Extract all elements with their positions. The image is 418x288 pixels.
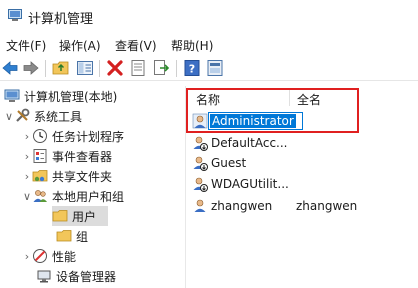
help-icon[interactable]: ? — [183, 59, 201, 77]
user-disabled-icon — [193, 136, 208, 151]
tree-task-scheduler[interactable]: › 任务计划程序 — [22, 126, 124, 146]
menu-view[interactable]: 查看(V) — [115, 37, 157, 54]
export-icon[interactable] — [152, 59, 170, 77]
user-disabled-icon — [193, 177, 208, 192]
users-group-icon — [33, 190, 47, 202]
tree-device-manager[interactable]: 设备管理器 — [36, 266, 116, 286]
event-log-icon — [33, 149, 47, 163]
row-name: Guest — [211, 156, 247, 170]
chevron-right-icon[interactable]: › — [22, 150, 32, 163]
tree-shared-folders[interactable]: › 共享文件夹 — [22, 166, 112, 186]
highlight-box — [186, 88, 359, 133]
shared-folder-icon — [32, 170, 48, 182]
menu-bar: 文件(F) 操作(A) 查看(V) 帮助(H) — [0, 34, 418, 54]
tree-users[interactable]: 用户 — [52, 206, 108, 226]
title-bar: 计算机管理 — [0, 0, 418, 32]
toolbar: ? — [0, 56, 418, 81]
tree-label: 本地用户和组 — [52, 189, 125, 204]
show-hide-tree-icon[interactable] — [76, 59, 94, 77]
tree-label: 设备管理器 — [56, 269, 117, 284]
row-name: DefaultAcc... — [211, 136, 288, 150]
chevron-right-icon[interactable]: › — [22, 250, 32, 263]
table-row[interactable]: WDAGUtilit... — [192, 174, 289, 194]
menu-action[interactable]: 操作(A) — [59, 37, 101, 54]
performance-icon — [33, 249, 47, 263]
tree-label: 性能 — [52, 249, 77, 264]
computer-management-icon — [8, 9, 22, 21]
tree-event-viewer[interactable]: › 事件查看器 — [22, 146, 112, 166]
chevron-down-icon[interactable]: ∨ — [4, 110, 14, 123]
chevron-right-icon[interactable]: › — [22, 170, 32, 183]
tree-local-users-groups[interactable]: ∨ 本地用户和组 — [22, 186, 124, 206]
table-row[interactable]: DefaultAcc... — [192, 133, 287, 153]
tools-icon — [16, 108, 30, 122]
clock-icon — [33, 129, 47, 143]
user-disabled-icon — [193, 156, 208, 171]
row-name: WDAGUtilit... — [211, 177, 289, 191]
row-name: zhangwen — [211, 199, 273, 213]
tree-label: 事件查看器 — [52, 149, 113, 164]
delete-icon[interactable] — [106, 59, 124, 77]
tree-groups[interactable]: 组 — [56, 226, 88, 246]
folder-icon — [56, 230, 72, 242]
tree-label: 计算机管理(本地) — [24, 89, 118, 104]
extra-view-icon[interactable] — [206, 59, 224, 77]
properties-icon[interactable] — [129, 59, 147, 77]
computer-management-icon — [4, 89, 20, 102]
table-row[interactable]: Guest — [192, 153, 246, 173]
table-row[interactable]: zhangwen zhangwen — [192, 196, 357, 216]
up-folder-icon[interactable] — [52, 59, 70, 77]
folder-icon — [52, 210, 68, 222]
tree-root[interactable]: 计算机管理(本地) — [4, 86, 117, 106]
menu-file[interactable]: 文件(F) — [6, 37, 46, 54]
tree-label: 用户 — [72, 209, 97, 224]
menu-help[interactable]: 帮助(H) — [171, 37, 213, 54]
tree-system-tools[interactable]: ∨ 系统工具 — [4, 106, 82, 126]
tree-label: 共享文件夹 — [52, 169, 113, 184]
tree-label: 组 — [76, 229, 89, 244]
forward-icon[interactable] — [22, 59, 40, 77]
chevron-right-icon[interactable]: › — [22, 130, 32, 143]
window-title: 计算机管理 — [28, 12, 94, 27]
chevron-down-icon[interactable]: ∨ — [22, 190, 32, 203]
tree-label: 系统工具 — [34, 109, 83, 124]
tree-label: 任务计划程序 — [52, 129, 125, 144]
row-fullname: zhangwen — [296, 199, 358, 213]
device-manager-icon — [37, 270, 51, 283]
tree-performance[interactable]: › 性能 — [22, 246, 76, 266]
svg-text:?: ? — [189, 63, 195, 76]
navigation-tree: 计算机管理(本地) ∨ 系统工具 › 任务计划程序 › 事件查看器 › 共享文件… — [0, 86, 184, 288]
user-icon — [194, 199, 206, 212]
back-icon[interactable] — [1, 59, 19, 77]
